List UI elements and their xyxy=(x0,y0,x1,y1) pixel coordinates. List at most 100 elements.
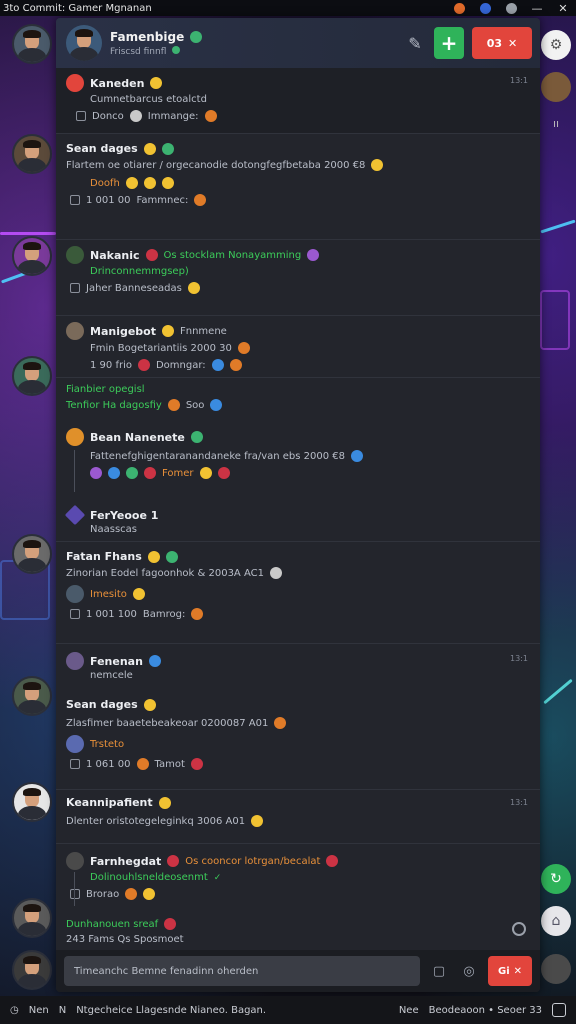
send-button[interactable]: Gi ✕ xyxy=(488,956,532,986)
message-item[interactable]: Sean dages Zlasfimer baaetebeakeoar 0200… xyxy=(56,692,540,790)
author-name[interactable]: Sean dages xyxy=(66,142,138,155)
avatar[interactable] xyxy=(12,676,52,716)
meta-text: Fomer xyxy=(162,467,194,479)
home-icon[interactable]: ⌂ xyxy=(541,906,571,936)
author-name[interactable]: Nakanic xyxy=(90,249,140,262)
author-name[interactable]: Fenenan xyxy=(90,655,143,668)
camera-icon[interactable]: ◎ xyxy=(458,960,480,982)
avatar[interactable] xyxy=(66,735,84,753)
diamond-icon xyxy=(64,504,86,526)
emoji-icon xyxy=(125,888,138,900)
record-icon[interactable] xyxy=(512,922,526,936)
emoji-icon xyxy=(194,194,207,206)
author-name[interactable]: Fatan Fhans xyxy=(66,550,142,563)
message-item[interactable]: Manigebot Fnnmene Fmin Bogetariantiis 200… xyxy=(56,316,540,378)
avatar[interactable] xyxy=(12,24,52,64)
author-name[interactable]: Keannipafient xyxy=(66,796,153,809)
author-name[interactable]: Manigebot xyxy=(90,325,156,338)
channel-avatar[interactable] xyxy=(66,25,102,61)
sticker-icon[interactable]: ▢ xyxy=(428,960,450,982)
meta-text: Immange: xyxy=(147,110,199,122)
emoji-icon[interactable] xyxy=(125,177,138,189)
reply-icon[interactable] xyxy=(70,195,80,205)
avatar[interactable] xyxy=(12,898,52,938)
author-name[interactable]: Sean dages xyxy=(66,698,138,711)
clock-icon[interactable]: ◷ xyxy=(10,1005,19,1016)
app-icon-3[interactable] xyxy=(498,0,524,16)
send-label: Gi xyxy=(497,965,510,977)
avatar[interactable] xyxy=(66,428,84,446)
reply-icon[interactable] xyxy=(70,283,80,293)
refresh-icon[interactable]: ↻ xyxy=(541,864,571,894)
avatar[interactable] xyxy=(12,134,52,174)
emoji-icon[interactable] xyxy=(199,467,212,479)
avatar[interactable] xyxy=(12,356,52,396)
reaction-label: Imesito xyxy=(90,588,127,600)
reply-icon[interactable] xyxy=(70,889,80,899)
close-button[interactable]: ✕ xyxy=(550,0,576,16)
message-item[interactable]: Fianbier opegisl Tenfior Ha dagosfiy Soo xyxy=(56,378,540,420)
avatar[interactable] xyxy=(541,954,571,984)
emoji-icon xyxy=(371,159,384,171)
emoji-icon[interactable] xyxy=(161,177,174,189)
emoji-icon[interactable] xyxy=(217,467,230,479)
settings-icon[interactable]: ⚙ xyxy=(541,30,571,60)
emoji-icon[interactable] xyxy=(144,467,156,479)
composer: ▢ ◎ Gi✕ xyxy=(56,950,540,992)
sub-text: Dolinouhlsneldeosenmt xyxy=(90,872,208,883)
emoji-icon xyxy=(137,359,150,371)
reply-icon[interactable] xyxy=(70,759,80,769)
message-item[interactable]: Fatan Fhans Zinorian Eodel fagoonhok & 2… xyxy=(56,544,540,644)
shield-icon[interactable] xyxy=(552,1003,566,1017)
avatar[interactable] xyxy=(66,652,84,670)
add-button[interactable]: + xyxy=(434,27,464,59)
window-titlebar: 3to Commit: Gamer Mgnanan — ✕ xyxy=(0,0,576,16)
emoji-icon[interactable] xyxy=(90,467,102,479)
record-button[interactable]: 03 ✕ xyxy=(472,27,532,59)
message-input[interactable] xyxy=(64,956,420,986)
emoji-icon xyxy=(251,815,264,827)
emoji-icon xyxy=(307,249,320,261)
message-item[interactable]: 13:1 Kaneden Cumnetbarcus etoalctd Donco… xyxy=(56,68,540,134)
message-item[interactable]: Sean dages Flartem oe otiarer / orgecano… xyxy=(56,136,540,240)
avatar[interactable] xyxy=(12,534,52,574)
emoji-icon[interactable] xyxy=(108,467,120,479)
channel-subtitle: Friscsd finnfl xyxy=(110,46,167,57)
avatar[interactable] xyxy=(541,72,571,102)
message-item[interactable]: 13:1 Keannipafient Dlenter oristotegeleg… xyxy=(56,790,540,844)
edit-icon[interactable]: ✎ xyxy=(404,27,426,59)
message-item[interactable]: Nakanic Os stocklam Nonayamming Drinconne… xyxy=(56,240,540,316)
message-item[interactable]: FerYeooe 1 Naasscas xyxy=(56,500,540,542)
app-icon-2[interactable] xyxy=(472,0,498,16)
avatar[interactable] xyxy=(66,322,84,340)
meta-text: Brorao xyxy=(86,888,120,900)
reply-icon[interactable] xyxy=(76,111,86,121)
emoji-icon[interactable] xyxy=(132,588,145,600)
emoji-icon[interactable] xyxy=(126,467,138,479)
emoji-icon xyxy=(136,758,149,770)
message-item[interactable]: Farnhegdat Os cooncor lotrgan/becalat Dol… xyxy=(56,846,540,912)
avatar[interactable] xyxy=(12,236,52,276)
count-icon: ıı xyxy=(552,116,560,130)
avatar[interactable] xyxy=(66,852,84,870)
reply-icon[interactable] xyxy=(70,609,80,619)
emoji-icon xyxy=(269,567,282,579)
message-item[interactable]: Bean Nanenete Fattenefghigentaranandanek… xyxy=(56,422,540,498)
avatar[interactable] xyxy=(12,782,52,822)
minimize-button[interactable]: — xyxy=(524,0,550,16)
meta-text: Jaher Banneseadas xyxy=(86,282,182,294)
status-right: Nee xyxy=(398,1004,419,1016)
message-item[interactable]: 13:1 Fenenan nemcele xyxy=(56,646,540,690)
app-icon-1[interactable] xyxy=(446,0,472,16)
status-left[interactable]: Nen xyxy=(29,1005,49,1016)
author-name[interactable]: FerYeooe 1 xyxy=(90,509,158,522)
avatar[interactable] xyxy=(66,74,84,92)
avatar[interactable] xyxy=(66,246,84,264)
message-item[interactable]: Dunhanouen sreaf 243 Fams Qs Sposmoet xyxy=(56,912,540,950)
avatar[interactable] xyxy=(66,585,84,603)
author-name[interactable]: Bean Nanenete xyxy=(90,431,185,444)
author-name[interactable]: Farnhegdat xyxy=(90,855,161,868)
emoji-icon[interactable] xyxy=(143,177,156,189)
author-name[interactable]: Kaneden xyxy=(90,77,144,90)
avatar[interactable] xyxy=(12,950,52,990)
